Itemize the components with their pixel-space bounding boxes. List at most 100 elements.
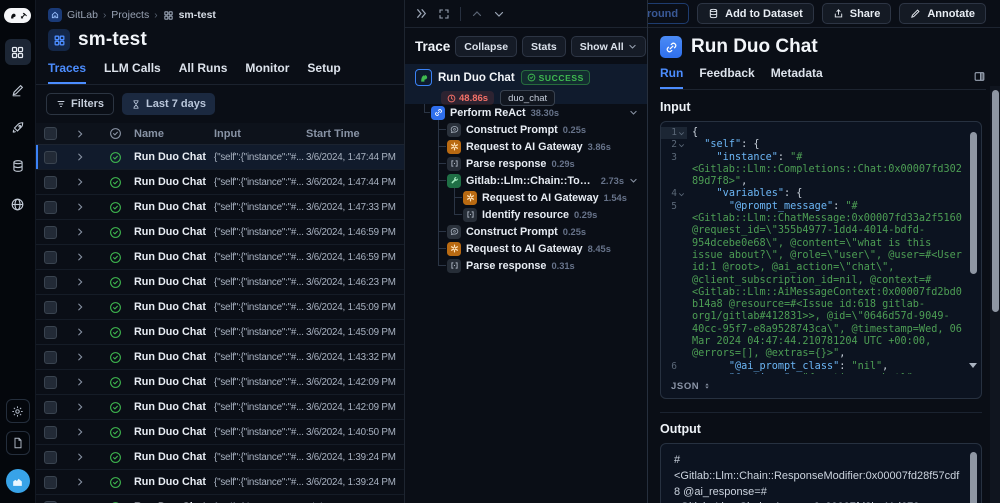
input-scroll-down-arrow[interactable] <box>969 363 977 368</box>
trace-node[interactable]: Construct Prompt0.25s <box>405 223 647 240</box>
trace-node[interactable]: Request to AI Gateway8.45s <box>405 240 647 257</box>
row-expand-chevron-icon[interactable] <box>64 427 96 437</box>
row-checkbox[interactable] <box>44 251 57 264</box>
row-expand-chevron-icon[interactable] <box>64 252 96 262</box>
nav-hub-icon[interactable] <box>5 191 31 217</box>
table-row[interactable]: Run Duo Chat{"self":{"instance":"#...3/6… <box>36 495 404 503</box>
fold-chevron-icon[interactable] <box>678 191 685 198</box>
input-scrollbar-thumb[interactable] <box>970 132 977 274</box>
collapse-panel-icon[interactable] <box>415 7 428 20</box>
row-expand-chevron-icon[interactable] <box>64 377 96 387</box>
date-range-button[interactable]: Last 7 days <box>122 93 215 115</box>
row-name[interactable]: Run Duo Chat <box>134 251 214 263</box>
table-row[interactable]: Run Duo Chat{"self":{"instance":"#...3/6… <box>36 345 404 370</box>
trace-node[interactable]: Request to AI Gateway3.86s <box>405 138 647 155</box>
tab-all-runs[interactable]: All Runs <box>179 61 228 84</box>
row-name[interactable]: Run Duo Chat <box>134 226 214 238</box>
row-expand-chevron-icon[interactable] <box>64 452 96 462</box>
table-row[interactable]: Run Duo Chat{"self":{"instance":"#...3/6… <box>36 445 404 470</box>
row-expand-chevron-icon[interactable] <box>64 352 96 362</box>
row-name[interactable]: Run Duo Chat <box>134 201 214 213</box>
row-checkbox[interactable] <box>44 326 57 339</box>
row-name[interactable]: Run Duo Chat <box>134 451 214 463</box>
collapse-node-icon[interactable] <box>629 176 638 185</box>
next-run-icon[interactable] <box>493 8 505 20</box>
collapse-button[interactable]: Collapse <box>455 36 517 57</box>
row-expand-chevron-icon[interactable] <box>64 477 96 487</box>
run-tab-metadata[interactable]: Metadata <box>771 66 823 89</box>
row-name[interactable]: Run Duo Chat <box>134 426 214 438</box>
table-row[interactable]: Run Duo Chat{"self":{"instance":"#...3/6… <box>36 395 404 420</box>
run-tab-feedback[interactable]: Feedback <box>699 66 754 89</box>
add-to-dataset-button[interactable]: Add to Dataset <box>697 3 814 24</box>
tab-setup[interactable]: Setup <box>307 61 340 84</box>
tab-monitor[interactable]: Monitor <box>245 61 289 84</box>
trace-node[interactable]: Parse response0.29s <box>405 155 647 172</box>
row-name[interactable]: Run Duo Chat <box>134 276 214 288</box>
row-expand-chevron-icon[interactable] <box>64 152 96 162</box>
trace-node[interactable]: Gitlab::Llm::Chain::Tools::IssueReader::… <box>405 172 647 189</box>
nav-datasets-icon[interactable] <box>5 153 31 179</box>
row-checkbox[interactable] <box>44 301 57 314</box>
trace-root-node[interactable]: Run Duo Chat SUCCESS 48.86s duo_chat <box>405 64 647 104</box>
filters-button[interactable]: Filters <box>46 93 114 115</box>
table-row[interactable]: Run Duo Chat{"self":{"instance":"#...3/6… <box>36 245 404 270</box>
share-button[interactable]: Share <box>822 3 892 24</box>
column-name[interactable]: Name <box>134 128 214 140</box>
playground-button[interactable]: Playground <box>648 3 689 24</box>
row-checkbox[interactable] <box>44 426 57 439</box>
row-expand-chevron-icon[interactable] <box>64 177 96 187</box>
row-checkbox[interactable] <box>44 276 57 289</box>
row-checkbox[interactable] <box>44 201 57 214</box>
row-expand-chevron-icon[interactable] <box>64 327 96 337</box>
row-name[interactable]: Run Duo Chat <box>134 401 214 413</box>
row-expand-chevron-icon[interactable] <box>64 402 96 412</box>
prev-run-icon[interactable] <box>471 8 483 20</box>
langsmith-logo-icon[interactable] <box>4 8 31 23</box>
row-name[interactable]: Run Duo Chat <box>134 376 214 388</box>
row-checkbox[interactable] <box>44 451 57 464</box>
row-checkbox[interactable] <box>44 351 57 364</box>
nav-annotate-icon[interactable] <box>5 77 31 103</box>
trace-node[interactable]: Construct Prompt0.25s <box>405 121 647 138</box>
row-name[interactable]: Run Duo Chat <box>134 301 214 313</box>
trace-node[interactable]: Perform ReAct38.30s <box>405 104 647 121</box>
docs-icon[interactable] <box>6 431 30 455</box>
nav-projects-icon[interactable] <box>5 39 31 65</box>
user-avatar[interactable] <box>6 469 30 493</box>
breadcrumb-projects[interactable]: Projects <box>111 9 149 21</box>
table-row[interactable]: Run Duo Chat{"self":{"instance":"#...3/6… <box>36 295 404 320</box>
settings-gear-icon[interactable] <box>6 399 30 423</box>
trace-node[interactable]: Identify resource0.29s <box>405 206 647 223</box>
trace-node[interactable]: Request to AI Gateway1.54s <box>405 189 647 206</box>
show-all-dropdown[interactable]: Show All <box>571 36 646 57</box>
home-icon[interactable] <box>48 8 62 22</box>
row-expand-chevron-icon[interactable] <box>64 227 96 237</box>
column-input[interactable]: Input <box>214 128 306 140</box>
row-name[interactable]: Run Duo Chat <box>134 326 214 338</box>
row-checkbox[interactable] <box>44 476 57 489</box>
table-row[interactable]: Run Duo Chat{"self":{"instance":"#...3/6… <box>36 370 404 395</box>
row-expand-chevron-icon[interactable] <box>64 302 96 312</box>
tab-llm-calls[interactable]: LLM Calls <box>104 61 161 84</box>
table-row[interactable]: Run Duo Chat{"self":{"instance":"#...3/6… <box>36 195 404 220</box>
row-expand-chevron-icon[interactable] <box>64 202 96 212</box>
row-checkbox[interactable] <box>44 176 57 189</box>
output-viewer[interactable]: #<Gitlab::Llm::Chain::ResponseModifier:0… <box>660 443 982 503</box>
row-name[interactable]: Run Duo Chat <box>134 151 214 163</box>
table-row[interactable]: Run Duo Chat{"self":{"instance":"#...3/6… <box>36 170 404 195</box>
row-name[interactable]: Run Duo Chat <box>134 176 214 188</box>
row-checkbox[interactable] <box>44 401 57 414</box>
table-row[interactable]: Run Duo Chat{"self":{"instance":"#...3/6… <box>36 470 404 495</box>
fold-chevron-icon[interactable] <box>678 130 685 137</box>
input-code-viewer[interactable]: 1{2 "self": {3 "instance": "#<Gitlab::Ll… <box>660 121 982 399</box>
table-row[interactable]: Run Duo Chat{"self":{"instance":"#...3/6… <box>36 145 404 170</box>
annotate-button[interactable]: Annotate <box>899 3 986 24</box>
breadcrumb-org[interactable]: GitLab <box>67 9 98 21</box>
collapse-node-icon[interactable] <box>629 108 638 117</box>
table-row[interactable]: Run Duo Chat{"self":{"instance":"#...3/6… <box>36 320 404 345</box>
fold-chevron-icon[interactable] <box>678 142 685 149</box>
expand-fullscreen-icon[interactable] <box>438 8 450 20</box>
row-name[interactable]: Run Duo Chat <box>134 476 214 488</box>
stats-button[interactable]: Stats <box>522 36 566 57</box>
